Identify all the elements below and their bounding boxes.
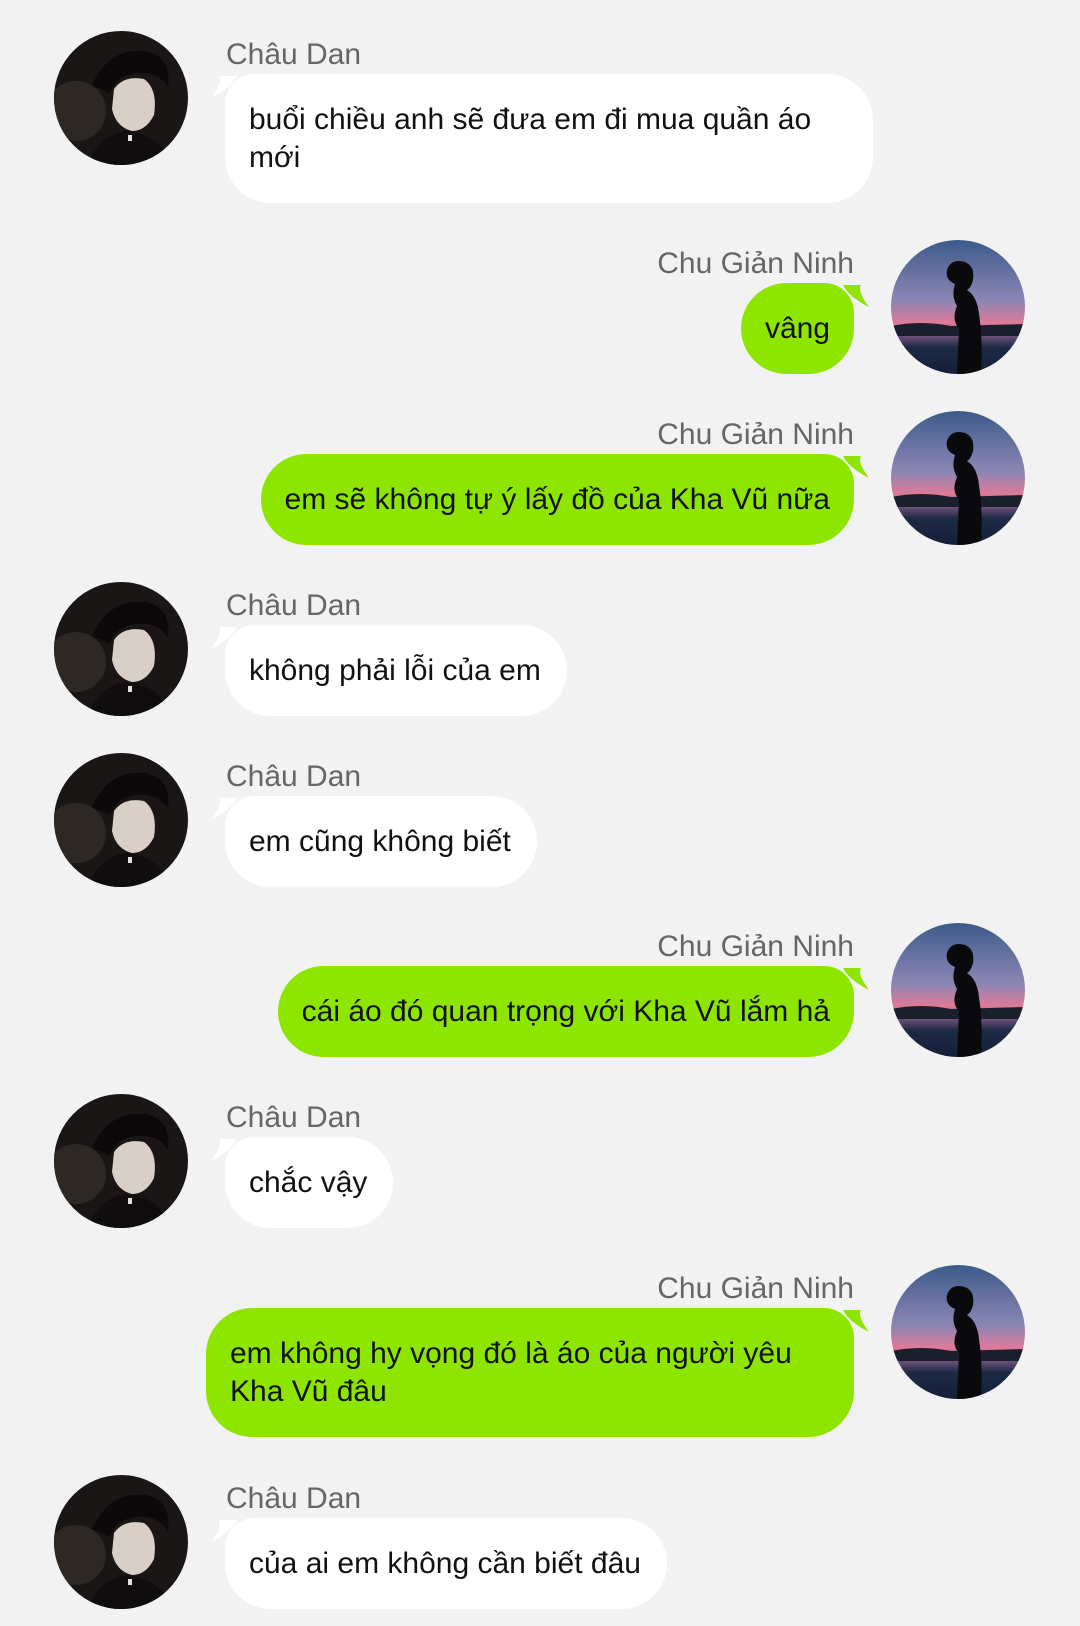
sender-name: Chu Giản Ninh: [657, 1272, 854, 1305]
message-text: buổi chiều anh sẽ đưa em đi mua quần áo …: [249, 103, 812, 174]
avatar-chau-dan[interactable]: [54, 31, 188, 165]
message-bubble[interactable]: chắc vậy: [225, 1137, 394, 1228]
chat-thread: Châu Dan buổi chiều anh sẽ đưa em đi mua…: [0, 0, 1080, 1626]
sender-name: Chu Giản Ninh: [657, 418, 854, 451]
message-text: em sẽ không tự ý lấy đồ của Kha Vũ nữa: [284, 483, 830, 516]
avatar-chu-gian-ninh[interactable]: [891, 1265, 1025, 1399]
message-text: em không hy vọng đó là áo của người yêu …: [230, 1337, 792, 1408]
message-bubble[interactable]: vâng: [740, 283, 854, 374]
message-text: em cũng không biết: [249, 825, 511, 858]
boy-portrait-avatar-icon: [54, 31, 188, 165]
avatar-chau-dan[interactable]: [54, 1094, 188, 1228]
message-text: của ai em không cần biết đâu: [249, 1547, 641, 1580]
sunset-silhouette-avatar-icon: [891, 923, 1025, 1057]
message-bubble[interactable]: không phải lỗi của em: [225, 625, 567, 716]
message-bubble[interactable]: buổi chiều anh sẽ đưa em đi mua quần áo …: [225, 74, 873, 203]
avatar-chu-gian-ninh[interactable]: [891, 240, 1025, 374]
sender-name: Châu Dan: [226, 589, 362, 622]
avatar-chau-dan[interactable]: [54, 753, 188, 887]
sunset-silhouette-avatar-icon: [891, 240, 1025, 374]
message-text: cái áo đó quan trọng với Kha Vũ lắm hả: [301, 995, 830, 1028]
sender-name: Châu Dan: [226, 1482, 362, 1515]
sender-name: Châu Dan: [226, 1101, 362, 1134]
message-text: vâng: [764, 312, 830, 345]
avatar-chu-gian-ninh[interactable]: [891, 923, 1025, 1057]
avatar-chau-dan[interactable]: [54, 1475, 188, 1609]
sunset-silhouette-avatar-icon: [891, 411, 1025, 545]
message-text: chắc vậy: [249, 1166, 368, 1199]
sender-name: Châu Dan: [226, 760, 362, 793]
boy-portrait-avatar-icon: [54, 1094, 188, 1228]
sender-name: Chu Giản Ninh: [657, 930, 854, 963]
boy-portrait-avatar-icon: [54, 1475, 188, 1609]
message-text: không phải lỗi của em: [249, 654, 541, 687]
sender-name: Châu Dan: [226, 38, 362, 71]
boy-portrait-avatar-icon: [54, 753, 188, 887]
message-bubble[interactable]: em cũng không biết: [225, 796, 537, 887]
message-bubble[interactable]: em sẽ không tự ý lấy đồ của Kha Vũ nữa: [260, 454, 854, 545]
sender-name: Chu Giản Ninh: [657, 247, 854, 280]
avatar-chau-dan[interactable]: [54, 582, 188, 716]
message-bubble[interactable]: em không hy vọng đó là áo của người yêu …: [206, 1308, 854, 1437]
sunset-silhouette-avatar-icon: [891, 1265, 1025, 1399]
avatar-chu-gian-ninh[interactable]: [891, 411, 1025, 545]
boy-portrait-avatar-icon: [54, 582, 188, 716]
message-bubble[interactable]: của ai em không cần biết đâu: [225, 1518, 667, 1609]
message-bubble[interactable]: cái áo đó quan trọng với Kha Vũ lắm hả: [277, 966, 854, 1057]
